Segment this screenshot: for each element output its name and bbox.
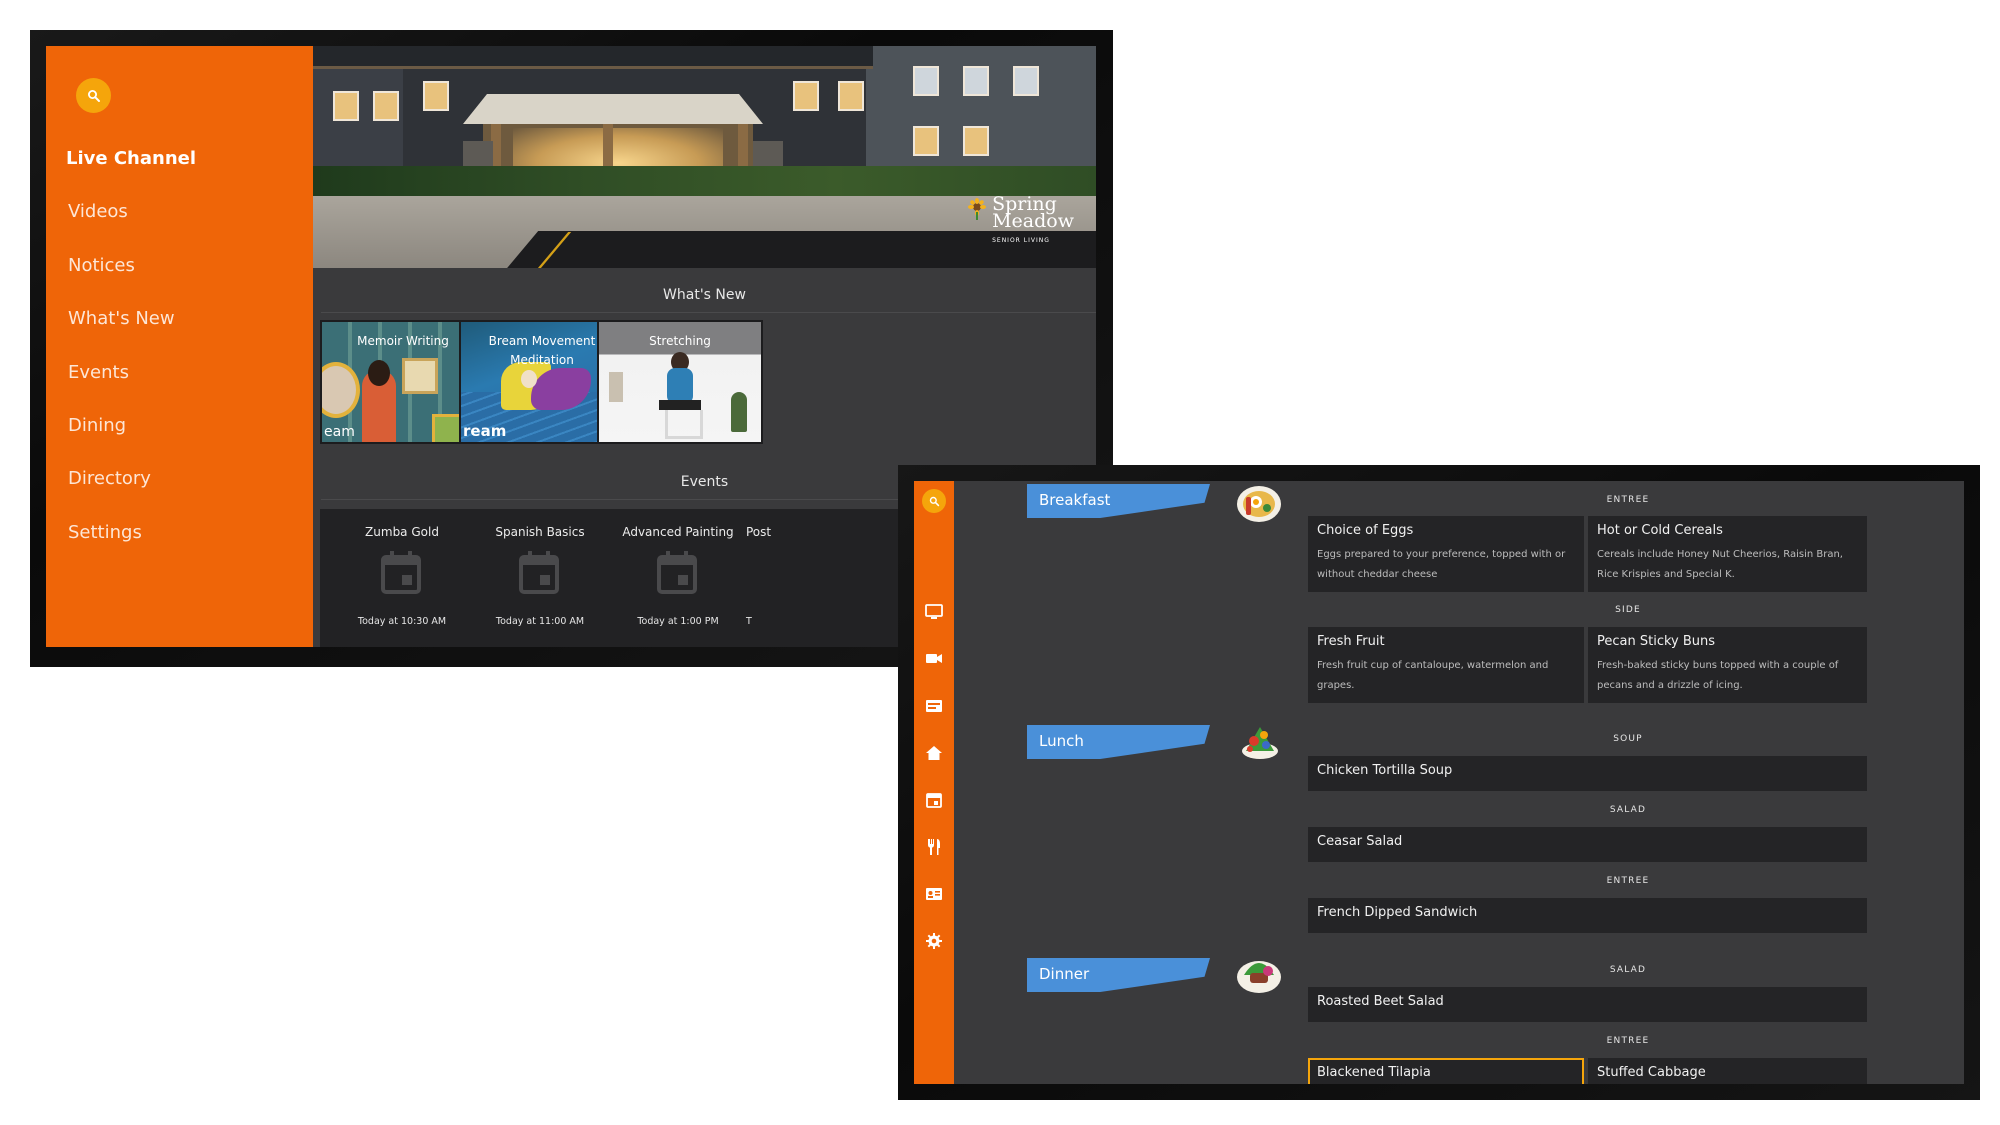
search-icon (929, 496, 939, 506)
collapsed-sidebar (914, 481, 954, 1084)
event-time: T (746, 616, 752, 627)
dish-name: Stuffed Cabbage (1597, 1065, 1706, 1080)
tv-frame-dining-menu: Breakfast Lunch Dinner ENTREE Choice of … (898, 465, 1980, 1100)
video-camera-icon[interactable] (925, 649, 943, 667)
dish-name: Pecan Sticky Buns (1597, 634, 1716, 649)
tv-icon[interactable] (925, 602, 943, 620)
sidebar-item-settings[interactable]: Settings (66, 520, 196, 573)
category-label-entree: ENTREE (1606, 1036, 1650, 1046)
dining-icon[interactable] (925, 838, 943, 856)
dish-card-pecan-sticky-buns[interactable]: Pecan Sticky Buns Fresh-baked sticky bun… (1588, 627, 1867, 703)
dish-name: Blackened Tilapia (1317, 1065, 1431, 1080)
dish-name: French Dipped Sandwich (1317, 905, 1478, 920)
window (963, 126, 989, 156)
meal-banner-breakfast[interactable]: Breakfast (1027, 484, 1210, 518)
dish-card-french-dipped-sandwich[interactable]: French Dipped Sandwich (1308, 898, 1867, 933)
dish-card-choice-of-eggs[interactable]: Choice of Eggs Eggs prepared to your pre… (1308, 516, 1584, 592)
logo-text: Spring Meadow SENIOR LIVING (992, 195, 1074, 249)
dish-name: Chicken Tortilla Soup (1317, 763, 1453, 778)
category-label-salad: SALAD (1609, 805, 1647, 815)
sidebar-item-dining[interactable]: Dining (66, 413, 196, 466)
calendar-icon (519, 551, 559, 594)
sidebar-item-directory[interactable]: Directory (66, 466, 196, 519)
sidebar-item-live-channel[interactable]: Live Channel (66, 146, 196, 199)
meal-banner-lunch[interactable]: Lunch (1027, 725, 1210, 759)
dish-card-chicken-tortilla-soup[interactable]: Chicken Tortilla Soup (1308, 756, 1867, 791)
whats-new-card-stretching[interactable]: Stretching (597, 320, 763, 444)
dish-card-fresh-fruit[interactable]: Fresh Fruit Fresh fruit cup of cantaloup… (1308, 627, 1584, 703)
dish-name: Ceasar Salad (1317, 834, 1403, 849)
dish-name: Choice of Eggs (1317, 523, 1414, 538)
directory-card-icon[interactable] (925, 885, 943, 903)
window (793, 81, 819, 111)
search-icon (87, 89, 100, 102)
search-button[interactable] (76, 78, 111, 113)
whats-new-card-label: Stretching (649, 334, 711, 348)
spring-meadow-logo: Spring Meadow SENIOR LIVING (966, 195, 1074, 249)
logo-line-3: SENIOR LIVING (992, 237, 1050, 244)
sidebar-item-videos[interactable]: Videos (66, 199, 196, 252)
dinner-plate-icon (1237, 961, 1281, 993)
calendar-icon (657, 551, 697, 594)
thumbnail-overlay-text: eam (324, 424, 355, 440)
sidebar-item-whats-new[interactable]: What's New (66, 306, 196, 359)
dish-name: Roasted Beet Salad (1317, 994, 1444, 1009)
dish-card-stuffed-cabbage[interactable]: Stuffed Cabbage (1588, 1058, 1867, 1084)
window (963, 66, 989, 96)
dining-menu-screen: Breakfast Lunch Dinner ENTREE Choice of … (914, 481, 1964, 1084)
window (1013, 66, 1039, 96)
calendar-icon (381, 551, 421, 594)
dish-card-ceasar-salad[interactable]: Ceasar Salad (1308, 827, 1867, 862)
window (423, 81, 449, 111)
category-label-side: SIDE (1615, 605, 1641, 615)
sidebar-item-notices[interactable]: Notices (66, 253, 196, 306)
divider (321, 312, 1096, 313)
dish-description: Eggs prepared to your preference, topped… (1317, 549, 1566, 580)
sidebar-nav: Live Channel Videos Notices What's New E… (66, 146, 196, 573)
category-label-entree: ENTREE (1606, 876, 1650, 886)
dish-description: Cereals include Honey Nut Cheerios, Rais… (1597, 549, 1843, 580)
window (373, 91, 399, 121)
breakfast-plate-icon (1237, 486, 1281, 522)
event-card-post[interactable]: Post T (734, 509, 898, 647)
thumbnail-overlay-text: ream (463, 422, 507, 440)
balcony (313, 46, 873, 69)
live-channel-hero-image[interactable]: Spring Meadow SENIOR LIVING (313, 46, 1096, 268)
dish-name: Hot or Cold Cereals (1597, 523, 1723, 538)
window (913, 66, 939, 96)
category-label-salad: SALAD (1609, 965, 1647, 975)
sidebar: Live Channel Videos Notices What's New E… (46, 46, 313, 647)
porch-roof (463, 94, 763, 124)
dish-card-roasted-beet-salad[interactable]: Roasted Beet Salad (1308, 987, 1867, 1022)
search-button[interactable] (922, 489, 946, 513)
dish-description: Fresh fruit cup of cantaloupe, watermelo… (1317, 660, 1549, 691)
window (838, 81, 864, 111)
sidebar-item-events[interactable]: Events (66, 360, 196, 413)
whats-new-heading: What's New (663, 287, 746, 303)
notice-icon[interactable] (925, 697, 943, 715)
whats-new-card-label: Memoir Writing (357, 334, 449, 348)
settings-gear-icon[interactable] (925, 932, 943, 950)
event-name: Post (746, 525, 772, 539)
window (333, 91, 359, 121)
category-label-entree: ENTREE (1606, 495, 1650, 505)
dish-card-blackened-tilapia[interactable]: Blackened Tilapia (1308, 1058, 1584, 1084)
category-label-soup: SOUP (1613, 734, 1643, 744)
dish-description: Fresh-baked sticky buns topped with a co… (1597, 660, 1839, 691)
logo-line-2: Meadow (992, 210, 1074, 232)
flower-logo-icon (968, 198, 987, 220)
meal-banner-dinner[interactable]: Dinner (1027, 958, 1210, 992)
home-icon[interactable] (925, 744, 943, 762)
lunch-salad-icon (1242, 727, 1278, 759)
window (913, 126, 939, 156)
dish-name: Fresh Fruit (1317, 634, 1385, 649)
dish-card-hot-or-cold-cereals[interactable]: Hot or Cold Cereals Cereals include Hone… (1588, 516, 1867, 592)
calendar-icon[interactable] (925, 791, 943, 809)
